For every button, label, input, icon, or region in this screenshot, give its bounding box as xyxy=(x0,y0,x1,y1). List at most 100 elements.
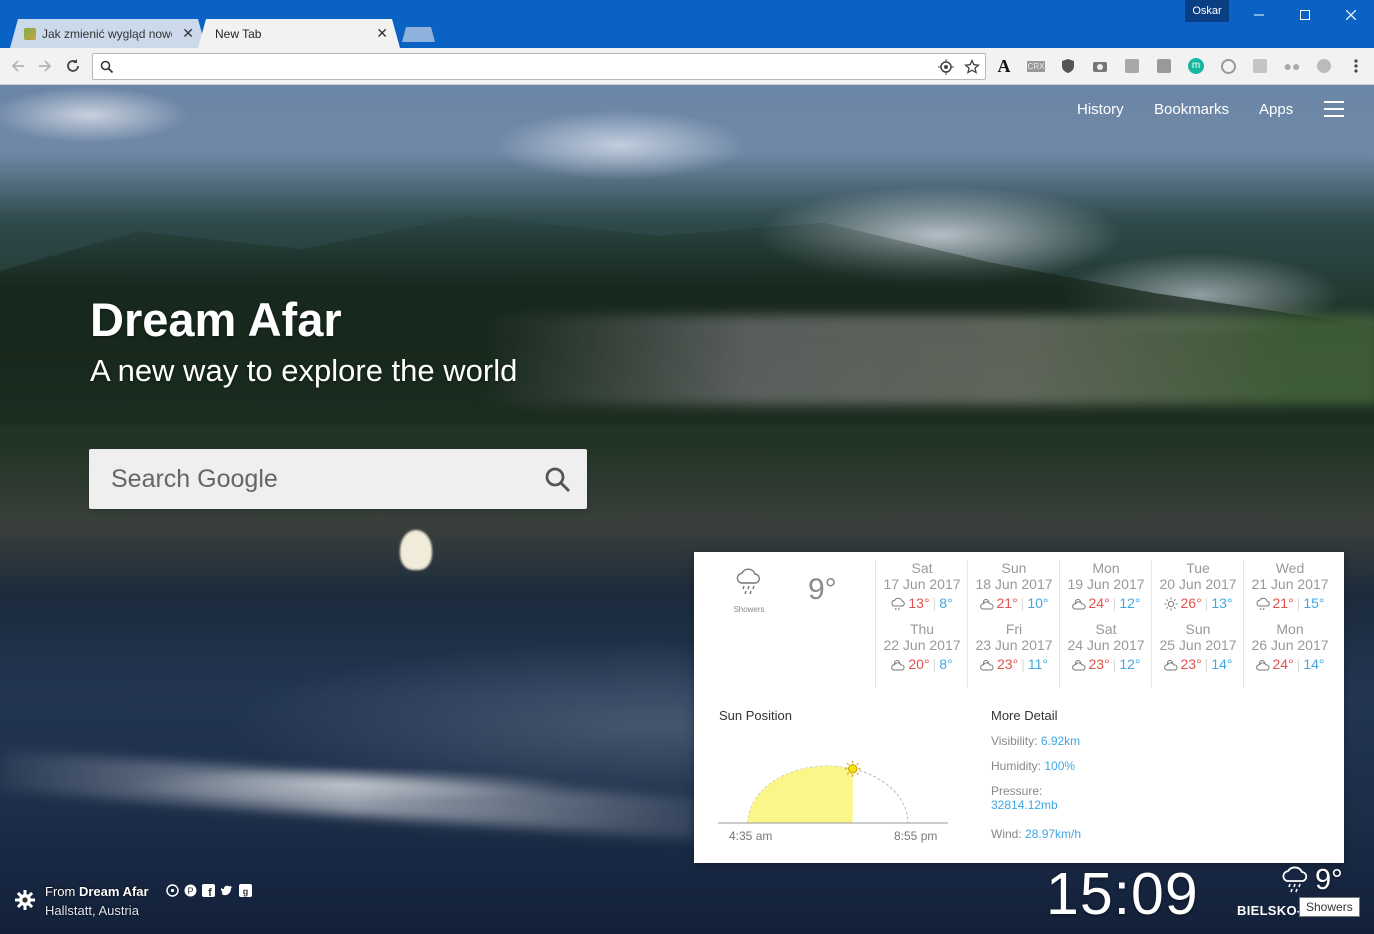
sunrise-time: 4:35 am xyxy=(729,829,773,843)
maximize-icon[interactable] xyxy=(1282,0,1328,30)
minimize-icon[interactable] xyxy=(1236,0,1282,30)
profile-button[interactable]: Oskar xyxy=(1185,0,1229,22)
forecast-date: 20 Jun 2017 xyxy=(1159,576,1237,592)
tab-inactive[interactable]: Jak zmienić wygląd nowe ✕ xyxy=(10,19,206,48)
forecast-divider xyxy=(875,560,876,688)
forecast-low: 13° xyxy=(1211,595,1233,611)
forecast-low: 14° xyxy=(1303,656,1325,672)
pressure-row: Pressure: 32814.12mb xyxy=(991,784,1058,812)
back-arrow-icon[interactable] xyxy=(9,57,27,75)
current-temperature: 9° xyxy=(808,573,837,606)
forecast-day-name: Mon xyxy=(1276,621,1304,637)
forecast-high: 23° xyxy=(1088,656,1110,672)
menu-kebab-icon[interactable] xyxy=(1348,58,1364,74)
forecast-day-name: Sat xyxy=(1095,621,1117,637)
forecast-date: 21 Jun 2017 xyxy=(1251,576,1329,592)
partly-cloudy-icon xyxy=(1163,660,1178,671)
forecast-date: 24 Jun 2017 xyxy=(1067,637,1145,653)
twitter-icon[interactable] xyxy=(220,884,233,897)
svg-text:f: f xyxy=(208,887,212,897)
humidity-value: 100% xyxy=(1044,759,1076,773)
google-plus-icon[interactable]: g xyxy=(239,884,252,897)
tab-close-icon[interactable]: ✕ xyxy=(182,25,194,42)
pinterest-icon[interactable]: P xyxy=(184,884,197,897)
download-circle-icon[interactable] xyxy=(1220,58,1236,74)
font-a-icon[interactable]: A xyxy=(996,56,1012,76)
source-link[interactable]: Dream Afar xyxy=(79,884,149,899)
forward-arrow-icon[interactable] xyxy=(36,57,54,75)
forecast-high: 26° xyxy=(1180,595,1202,611)
address-bar[interactable] xyxy=(92,53,986,80)
forecast-day-name: Sun xyxy=(1001,560,1027,576)
settings-gear-icon[interactable] xyxy=(14,889,36,911)
location-target-icon[interactable] xyxy=(938,59,954,75)
forecast-day: Sat 17 Jun 2017 13° | 8° xyxy=(876,560,968,611)
forecast-low: 15° xyxy=(1303,595,1325,611)
tab-close-icon[interactable]: ✕ xyxy=(376,25,388,42)
camera-icon[interactable] xyxy=(1092,58,1108,74)
search-box xyxy=(89,449,587,509)
location-pin-icon[interactable] xyxy=(166,884,179,897)
sun-icon xyxy=(844,760,861,777)
forecast-date: 22 Jun 2017 xyxy=(883,637,961,653)
bookmarks-link[interactable]: Bookmarks xyxy=(1154,101,1229,118)
forecast-day: Thu 22 Jun 2017 20° | 8° xyxy=(876,621,968,672)
more-detail-title: More Detail xyxy=(991,708,1058,723)
m-circle-icon[interactable]: m xyxy=(1188,58,1204,74)
address-input[interactable] xyxy=(121,57,921,77)
forecast-high: 13° xyxy=(908,595,930,611)
search-input[interactable] xyxy=(109,463,529,495)
reload-icon[interactable] xyxy=(64,57,82,75)
forecast-day: Sun 25 Jun 2017 23° | 14° xyxy=(1152,621,1244,672)
forecast-date: 17 Jun 2017 xyxy=(883,576,961,592)
forecast-high: 24° xyxy=(1272,656,1294,672)
sun-icon xyxy=(1164,597,1177,611)
tab-active[interactable]: New Tab ✕ xyxy=(198,19,400,48)
forecast-low: 14° xyxy=(1211,656,1233,672)
wind-value: 28.97km/h xyxy=(1025,827,1082,841)
forecast-date: 19 Jun 2017 xyxy=(1067,576,1145,592)
forecast-day-name: Thu xyxy=(909,621,935,637)
window-icon[interactable] xyxy=(1156,58,1172,74)
weather-panel: Showers 9° Sat 17 Jun 2017 13° | 8° Sun 18 Jun… xyxy=(694,552,1344,863)
hero-subtitle: A new way to explore the world xyxy=(90,353,518,388)
sunset-time: 8:55 pm xyxy=(894,829,938,843)
close-window-icon[interactable] xyxy=(1328,0,1374,30)
photo-credit: From Dream Afar Hallstatt, Austria xyxy=(45,884,149,918)
svg-text:g: g xyxy=(243,887,249,897)
puzzle-icon[interactable] xyxy=(1124,58,1140,74)
rain-cloud-icon xyxy=(1282,866,1308,893)
history-link[interactable]: History xyxy=(1077,101,1124,118)
rain-cloud-icon xyxy=(736,568,760,595)
forecast-low: 12° xyxy=(1119,595,1141,611)
forecast-day-name: Mon xyxy=(1092,560,1120,576)
forecast-day: Mon 19 Jun 2017 24° | 12° xyxy=(1060,560,1152,611)
grid-icon[interactable] xyxy=(1252,58,1268,74)
bookmark-star-icon[interactable] xyxy=(964,59,980,75)
partly-cloudy-icon xyxy=(891,660,905,671)
new-tab-button[interactable] xyxy=(402,27,435,42)
favicon-icon xyxy=(24,27,36,40)
hamburger-menu-icon[interactable] xyxy=(1324,101,1344,117)
apps-link[interactable]: Apps xyxy=(1259,101,1293,118)
search-icon xyxy=(100,60,114,74)
facebook-icon[interactable]: f xyxy=(202,884,215,897)
forecast-day-name: Wed xyxy=(1275,560,1305,576)
ublock-icon[interactable] xyxy=(1060,58,1076,74)
dots-icon[interactable]: ●● xyxy=(1284,58,1301,74)
current-condition: Showers xyxy=(733,605,765,614)
forecast-divider xyxy=(967,560,968,688)
crx-icon[interactable]: CRX xyxy=(1026,58,1046,74)
leaf-icon[interactable] xyxy=(1316,58,1332,74)
rain-cloud-icon xyxy=(891,598,906,611)
forecast-day-name: Fri xyxy=(1005,621,1023,637)
forecast-day: Wed 21 Jun 2017 21° | 15° xyxy=(1244,560,1336,611)
forecast-day-name: Tue xyxy=(1186,560,1210,576)
forecast-date: 18 Jun 2017 xyxy=(975,576,1053,592)
partly-cloudy-icon xyxy=(1071,660,1086,671)
browser-window: { "browser": { "tabs": [ {"title": "Jak … xyxy=(0,0,1374,934)
search-icon[interactable] xyxy=(544,466,572,494)
forecast-date: 26 Jun 2017 xyxy=(1251,637,1329,653)
forecast-high: 20° xyxy=(908,656,930,672)
forecast-low: 8° xyxy=(939,595,953,611)
